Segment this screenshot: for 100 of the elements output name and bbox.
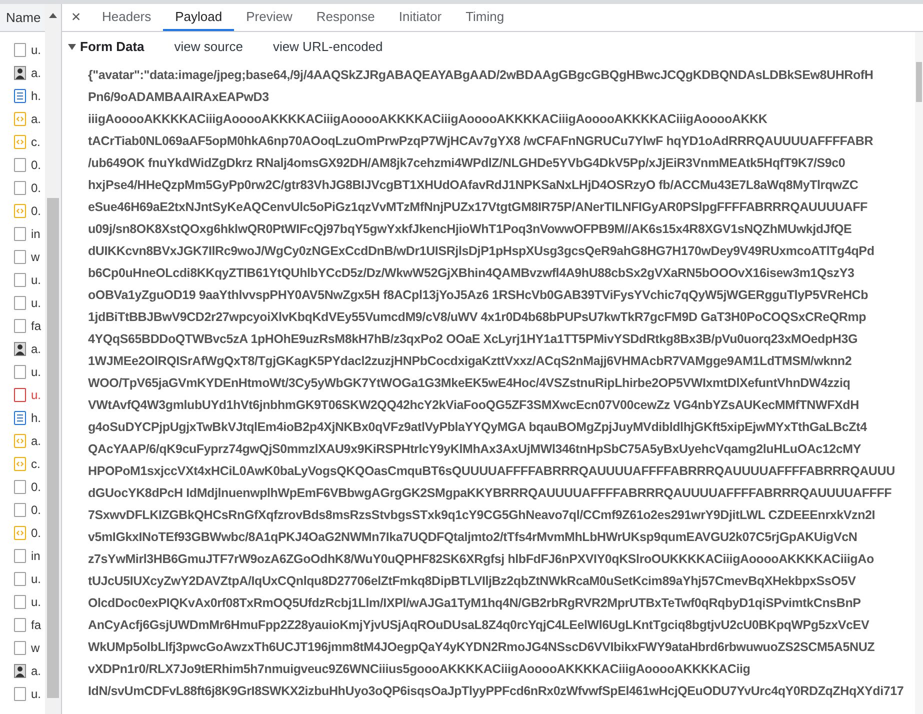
request-row[interactable]: h. xyxy=(0,84,45,107)
payload-text-line: 4YQqS65BDDoQTWBvc5zA 1pHOhE9uzRsM8kH7hB/z3qxPo2 OOaE XcLyrj1HY1a1TT5PMivYSDdRtkg8Bx3B/pVu0uorq23xMOedpH3G xyxy=(88,331,858,348)
request-row[interactable]: u. xyxy=(0,567,45,590)
payload-text-line: WOO/TpV65jaGVmKYDEnHtmoWt/3Cy5yWbGK7YtWOGa1G3MkeEK5wE4Hoc/4VSZstnuRipLhirbe2OP5VWIxmtDlXefuntVhnDW4zziq xyxy=(88,375,852,392)
scrollbar-thumb[interactable] xyxy=(916,62,922,102)
file-icon xyxy=(14,42,26,56)
code-file-icon xyxy=(14,434,26,448)
request-row[interactable]: a. xyxy=(0,107,45,130)
file-icon xyxy=(14,180,26,194)
request-row[interactable]: in xyxy=(0,222,45,245)
payload-text-line: iiigAooooAKKKKACiiigAooooAKKKKACiiigAooooAKKKKACiiigAooooAKKKKACiiigAooooAKKKKACiiigAooooAKKK xyxy=(88,111,768,128)
tab[interactable]: Initiator xyxy=(386,4,454,31)
request-row[interactable]: u. xyxy=(0,360,45,383)
payload-text-line: {"avatar":"data:image/jpeg;base64,/9j/4AAQSkZJRgABAQEAYABgAAD/2wBDAAgGBgcGBQgHBwcJCQgKDBQNDAsLDBkSEw8UHRofH xyxy=(88,67,874,84)
file-icon xyxy=(14,594,26,608)
request-row[interactable]: 0. xyxy=(0,498,45,521)
request-row[interactable]: 0. xyxy=(0,475,45,498)
code-file-icon xyxy=(14,112,26,126)
payload-text-line: OlcdDoc0exPIQKvAx0rf08TxRmOQ5UfdzRcbj1Llm/IXPl/wAJGa1TyM1hq4N/GB2rbRgRVR2MprUTBxTeTwf0qRqbyD1qiSPvimtkCnsBnP xyxy=(88,595,862,612)
request-row[interactable]: u. xyxy=(0,383,45,406)
file-icon xyxy=(14,502,26,516)
payload-text-line: tACrTiab0NL069aAF5opM0hkA6np70AOoqLzuOmPrwPzqP7WjHCAv7gYX8 /wCFAFnNGRUCu7YlwF hqYD1oAdRRRQAUUUUAFFFFABR xyxy=(88,133,874,150)
payload-text-line: dGUocYK8dPcH IdMdjlnuenwplhWpEmF6VBbwgAGrgGK2SMgpaKKYBRRRQAUUUUAFFFFABRRRQAUUUUAFFFFABRRRQAUUUUAFFFF xyxy=(88,485,893,502)
payload-text-line: eSue46H69aE2txNJntSyKeAQCenvUlc5oPiGz1qzVvMTzMfNnjPUZx17VtgtGM8IR75P/ANerTILNFIGyAR0PSlpgFFFFABRRRQAUUUUAFF xyxy=(88,199,868,216)
payload-text-line: /ub649OK fnuYkdWidZgDkrz RNalj4omsGX92DH/AM8jk7cehzmi4WPdlZ/NLGHDe5YVbG4DkV5Pp/xJjEiR3VnmMEAtk5HqfT9K7/S9c0 xyxy=(88,155,846,172)
request-row[interactable]: c. xyxy=(0,130,45,153)
view-link[interactable]: view source xyxy=(174,37,243,57)
form-data-toggle[interactable]: Form Data xyxy=(68,37,144,57)
file-icon xyxy=(14,618,26,632)
payload-text-line: AnCyAcfj6GsjUWDmMr6HmuFpp2Z28yauioKmjYjvUSjAqROuDUsaL8Z4q0rcYqjC4LEelWl6UgLKntTgciq8bgtjvU2cU0BKpqWPg5zxVcEV xyxy=(88,617,870,634)
payload-text-line: dUIKKcvn8BVxJGK7IlRc9woJ/WgCy0zNGExCcdDnB/wDr1UISRjlsDjP1pHspXUsg3gcsQeR9ahG8HG7H170wDey9V49RUxmcoATlTg4qPd xyxy=(88,243,876,260)
payload-text-line: z7sYwMirl3HB6GmuJTF7rW9ozA6ZGoOdhK8/WuY0uQPHF82SK6XRgfsj hlbFdFJ6nPXVIY0qKSlroOUKKKKACiiigAooooAKKKKACiiigAo xyxy=(88,551,875,568)
payload-text-line: tUJcU5IUXcyZwY2DAVZtpA/IqUxCQnlqu8D27706elZtFmkq8DipBTLVIljBz2qbZtNWkRcaM0uSetKcim89aYhj57CmevBqXHekbpxSsO5V xyxy=(88,573,857,590)
file-icon xyxy=(14,318,26,332)
document-file-icon xyxy=(14,88,26,102)
request-row[interactable]: a. xyxy=(0,337,45,360)
payload-text-line: g4oSuDYCPjpUgjxTwBkVJtqlEm4ioB2p4XjNKBx0qVFz9atlVyPblaYYQyMGA bqauBOMgZpjJuyMVdibldlhjGKft5xipEjwMYxTthGaLBcZt4 xyxy=(88,419,868,436)
file-icon xyxy=(14,480,26,494)
file-icon xyxy=(14,272,26,286)
tab[interactable]: Payload xyxy=(163,4,234,31)
request-row[interactable]: 0. xyxy=(0,153,45,176)
code-file-icon xyxy=(14,456,26,470)
request-row[interactable]: u. xyxy=(0,268,45,291)
request-row[interactable]: u. xyxy=(0,291,45,314)
expand-triangle-icon xyxy=(68,43,76,51)
request-row[interactable]: w xyxy=(0,636,45,659)
request-row[interactable]: fa xyxy=(0,314,45,337)
file-icon xyxy=(14,572,26,586)
file-icon xyxy=(14,364,26,378)
code-file-icon xyxy=(14,204,26,218)
payload-text-line: WkUMp5olbLlfj3pwcGoAwzxTh6UCJT196jmm8tM4JOegpQaY4yKYDN2RmoJG4NSscD6VVIbikxFWY9ataHbrd6rbwuwuoZS2SCM5A5NUZ xyxy=(88,639,876,656)
payload-text-line: oOBVa1yZguOD19 9aaYthlvvspPHY0AV5NwZgx5H f8ACpl13jYoJ5Az6 1RSHcVb0GAB39TViFysYVchic7qQyW5jWGERgguTlyP5VReHCb xyxy=(88,287,870,304)
payload-text-line: VWtAvfQ4W3gmlubUYd1hVt6jnbhmGK9T06SKW2QQ42hcY2kViaFooQG5ZF3SMXwcEcn07V00cewZz VG4nbYZsAUKecMMfTNWFXdH xyxy=(88,397,860,414)
file-icon xyxy=(14,296,26,310)
request-row[interactable]: 0. xyxy=(0,176,45,199)
image-file-icon xyxy=(14,66,26,80)
request-row[interactable]: w xyxy=(0,245,45,268)
request-row[interactable]: c. xyxy=(0,452,45,475)
image-file-icon xyxy=(14,664,26,678)
payload-text-line: Pn6/9oADAMBAAIRAxEAPwD3 xyxy=(88,89,270,106)
view-link[interactable]: view URL-encoded xyxy=(272,37,383,57)
request-row[interactable]: 0. xyxy=(0,199,45,222)
file-icon xyxy=(14,640,26,654)
payload-text-line: 1jdBiTtBBJBwV9CD2r27wpcyoiXlvKbqKdVEy55VumcdM9/cV8/uWV 4x1r0D4b68bPUPsU7kwTkR7gcFM9D GaT3H0PoCOQSxCReQRmp xyxy=(88,309,868,326)
payload-text-line: b6Cp0uHneOLcdi8KKqyZTIB61YtQUhlbYCcD5z/Dz/WkwW52GjXBhin4QAMBvzwfl4A9hU88cbSx2gVXaRN5bOOOvX16isew3m1QszY3 xyxy=(88,265,856,282)
request-row[interactable]: h. xyxy=(0,406,45,429)
request-row[interactable]: in xyxy=(0,544,45,567)
payload-text-line: HPOPoM1sxjccVXt4xHCiL0AwK0baLyVogsQKQOasCmquBT6sQUUUUAFFFFABRRRQAUUUUAFFFFABRRRQAUUUUAFFFFABRRRQAUUU xyxy=(88,463,896,480)
request-row[interactable]: u. xyxy=(0,590,45,613)
file-icon xyxy=(14,226,26,240)
request-row[interactable]: fa xyxy=(0,613,45,636)
payload-text-line: vXDPn1r0/RLX7Jo9tERhim5h7nmuigveuc9Z6WNCiiius5goooAKKKKACiiigAooooAKKKKACiiigAooooAKKKKACiig xyxy=(88,661,752,678)
file-icon xyxy=(14,250,26,264)
payload-text-line: u09j/sn8OK8XstQOxg6hklwQR0PtWIFcQj97bqY5gwYxkfJkencHjioWhT1Poq3nVowwOFPB9M//AK6s15x4R8XGV1sNQZhMUwkjdJfQE xyxy=(88,221,853,238)
scrollbar-thumb[interactable] xyxy=(47,198,59,698)
request-row[interactable]: u. xyxy=(0,38,45,61)
payload-text-line: v5mIGkxINoTEf93GBWwbc/8A1qPKJ4OaG2NWMn7Ika7UQDFQtaljmto2/tTfs4rMvmMhLbHWrUKsp9qumEAVGU2k07C5rjGpAKUigVcN xyxy=(88,529,858,546)
payload-text-line: IdN/svUmCDFvL88ft6j8K9GrI8SWKX2izbuHhUyo3oQP6isqsOaJpTlyyPPFcd6nRx0zWfvwfSpEl461wHcjQEuODU7YvUrc4qY0RDZqZHqXYdi717 xyxy=(88,683,905,700)
file-icon xyxy=(14,548,26,562)
file-icon xyxy=(14,158,26,172)
file-icon xyxy=(14,686,26,700)
request-row[interactable]: 0. xyxy=(0,521,45,544)
tab[interactable]: Timing xyxy=(454,4,516,31)
payload-text-line: QAcYAAP/6/qK9cuFyprz74gwQjS0mmzlXAU9x9KiRSPHtrlcY9yKlMhAx3AxUjMWl346tnHpSbC75A5yBxUyehcVqamg2luHLuOAc12cMY xyxy=(88,441,862,458)
request-row[interactable]: a. xyxy=(0,659,45,682)
tab[interactable]: Response xyxy=(304,4,387,31)
document-file-icon xyxy=(14,410,26,424)
file-icon xyxy=(14,388,26,402)
code-file-icon xyxy=(14,134,26,148)
close-button[interactable]: × xyxy=(62,4,90,31)
image-file-icon xyxy=(14,342,26,356)
request-row[interactable]: a. xyxy=(0,429,45,452)
payload-text-line: hxjPse4/HHeQzpMm5GyPp0rw2C/gtr83VhJG8BIJVcgBT1XHUdOAfavRdJ1NPKSaNxLHjD4OSRzyO fb/ACCMu43E7L8aWq8MyTlrqwZC xyxy=(88,177,860,194)
tab[interactable]: Preview xyxy=(234,4,304,31)
tab[interactable]: Headers xyxy=(90,4,164,31)
payload-text-line: 7SxwvDFLKIZGBkQHCsRnGfXqfzrovBds8msRzsStvbgsSTxk9q1cY9CG5GhNeavo7ql/CCmf9Z61o2es291wrY9DjitLWL CZDEEEnrxkVzn2I xyxy=(88,507,876,524)
request-row[interactable]: u. xyxy=(0,682,45,705)
payload-text-line: 1WJMEe2OlRQISrAfWgQxT8/TgjGKagK5PYdacl2zuzjHNPbCocdxigaKzttVxxz/ACqS2nMajj6VHMAcbR7VAMgge9AM1LdTMSM/wknn2 xyxy=(88,353,853,370)
code-file-icon xyxy=(14,526,26,540)
request-row[interactable]: a. xyxy=(0,61,45,84)
